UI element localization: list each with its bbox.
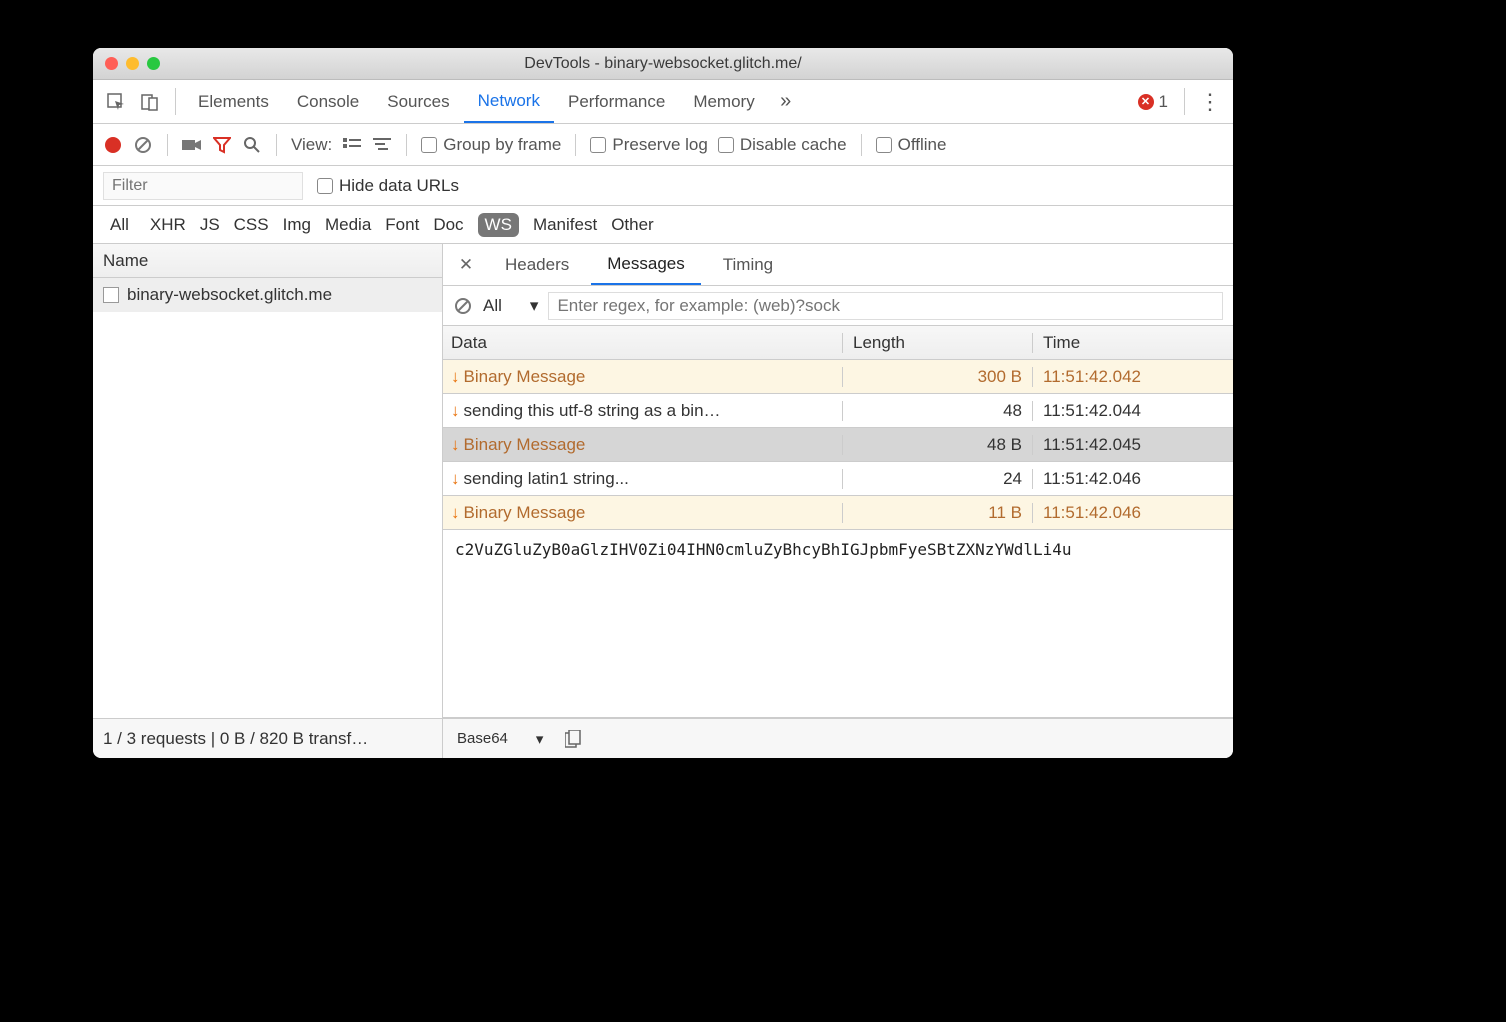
detail-tab-headers[interactable]: Headers <box>489 244 585 285</box>
view-label: View: <box>291 135 332 155</box>
messages-table: Data Length Time ↓Binary Message 300 B 1… <box>443 326 1233 530</box>
tab-network[interactable]: Network <box>464 80 554 123</box>
error-count: 1 <box>1159 92 1168 112</box>
main-tabstrip: Elements Console Sources Network Perform… <box>93 80 1233 124</box>
arrow-down-icon: ↓ <box>451 367 460 386</box>
message-row[interactable]: ↓Binary Message 48 B 11:51:42.045 <box>443 428 1233 462</box>
detail-pane: ✕ Headers Messages Timing All ▾ Data Len… <box>443 244 1233 718</box>
tab-sources[interactable]: Sources <box>373 80 463 123</box>
filter-input[interactable] <box>103 172 303 200</box>
kebab-menu-icon[interactable]: ⋮ <box>1193 80 1227 123</box>
inspect-element-icon[interactable] <box>99 80 133 123</box>
filter-font[interactable]: Font <box>385 215 419 235</box>
requests-summary: 1 / 3 requests | 0 B / 820 B transf… <box>93 719 443 758</box>
encoding-select[interactable]: Base64 ▾ <box>457 730 543 748</box>
device-toolbar-icon[interactable] <box>133 80 167 123</box>
error-icon: ✕ <box>1138 94 1154 110</box>
detail-tabs: ✕ Headers Messages Timing <box>443 244 1233 286</box>
detail-tab-timing[interactable]: Timing <box>707 244 789 285</box>
close-detail-icon[interactable]: ✕ <box>449 244 483 285</box>
message-row[interactable]: ↓sending this utf-8 string as a bin… 48 … <box>443 394 1233 428</box>
camera-icon[interactable] <box>182 135 202 155</box>
col-time[interactable]: Time <box>1033 333 1233 353</box>
filter-media[interactable]: Media <box>325 215 371 235</box>
more-tabs-icon[interactable]: » <box>769 80 803 123</box>
request-row[interactable]: binary-websocket.glitch.me <box>93 278 442 312</box>
search-icon[interactable] <box>242 135 262 155</box>
filter-xhr[interactable]: XHR <box>150 215 186 235</box>
status-bar: 1 / 3 requests | 0 B / 820 B transf… Bas… <box>93 718 1233 758</box>
zoom-window-button[interactable] <box>147 57 160 70</box>
filter-css[interactable]: CSS <box>234 215 269 235</box>
filter-all[interactable]: All <box>103 213 136 237</box>
chevron-down-icon: ▾ <box>536 730 544 748</box>
hide-data-urls-checkbox[interactable]: Hide data URLs <box>317 176 459 196</box>
message-row[interactable]: ↓Binary Message 300 B 11:51:42.042 <box>443 360 1233 394</box>
clear-messages-icon[interactable] <box>453 296 473 316</box>
disable-cache-checkbox[interactable]: Disable cache <box>718 135 847 155</box>
error-count-badge[interactable]: ✕ 1 <box>1138 80 1168 123</box>
chevron-down-icon: ▾ <box>530 296 539 316</box>
tab-performance[interactable]: Performance <box>554 80 679 123</box>
network-toolbar: View: Group by frame Preserve log Disabl… <box>93 124 1233 166</box>
message-row[interactable]: ↓Binary Message 11 B 11:51:42.046 <box>443 496 1233 530</box>
messages-header-row: Data Length Time <box>443 326 1233 360</box>
requests-pane: Name binary-websocket.glitch.me <box>93 244 443 718</box>
messages-type-select[interactable]: All ▾ <box>483 296 538 316</box>
tab-memory[interactable]: Memory <box>679 80 768 123</box>
close-window-button[interactable] <box>105 57 118 70</box>
overview-icon[interactable] <box>372 135 392 155</box>
file-icon <box>103 287 119 303</box>
filter-icon[interactable] <box>212 135 232 155</box>
arrow-down-icon: ↓ <box>451 435 460 454</box>
requests-name-header[interactable]: Name <box>93 244 442 278</box>
messages-controls: All ▾ <box>443 286 1233 326</box>
message-payload[interactable]: c2VuZGluZyB0aGlzIHV0Zi04IHN0cmluZyBhcyBh… <box>443 530 1233 718</box>
tab-elements[interactable]: Elements <box>184 80 283 123</box>
detail-tab-messages[interactable]: Messages <box>591 244 700 285</box>
filter-manifest[interactable]: Manifest <box>533 215 597 235</box>
filter-js[interactable]: JS <box>200 215 220 235</box>
messages-regex-input[interactable] <box>548 292 1223 320</box>
preserve-log-checkbox[interactable]: Preserve log <box>590 135 707 155</box>
record-button[interactable] <box>103 135 123 155</box>
offline-checkbox[interactable]: Offline <box>876 135 947 155</box>
filter-row: Hide data URLs <box>93 166 1233 206</box>
window-controls <box>105 57 160 70</box>
network-body: Name binary-websocket.glitch.me ✕ Header… <box>93 244 1233 718</box>
col-length[interactable]: Length <box>843 333 1033 353</box>
large-rows-icon[interactable] <box>342 135 362 155</box>
minimize-window-button[interactable] <box>126 57 139 70</box>
clear-icon[interactable] <box>133 135 153 155</box>
type-filter-row: All XHR JS CSS Img Media Font Doc WS Man… <box>93 206 1233 244</box>
window-title: DevTools - binary-websocket.glitch.me/ <box>93 55 1233 73</box>
arrow-down-icon: ↓ <box>451 503 460 522</box>
request-name: binary-websocket.glitch.me <box>127 285 332 305</box>
arrow-down-icon: ↓ <box>451 469 460 488</box>
message-row[interactable]: ↓sending latin1 string... 24 11:51:42.04… <box>443 462 1233 496</box>
col-data[interactable]: Data <box>443 333 843 353</box>
filter-ws[interactable]: WS <box>478 213 519 237</box>
tab-console[interactable]: Console <box>283 80 373 123</box>
group-by-frame-checkbox[interactable]: Group by frame <box>421 135 561 155</box>
titlebar: DevTools - binary-websocket.glitch.me/ <box>93 48 1233 80</box>
filter-doc[interactable]: Doc <box>433 215 463 235</box>
arrow-down-icon: ↓ <box>451 401 460 420</box>
devtools-window: DevTools - binary-websocket.glitch.me/ E… <box>93 48 1233 758</box>
filter-img[interactable]: Img <box>283 215 311 235</box>
copy-icon[interactable] <box>563 729 583 749</box>
filter-other[interactable]: Other <box>611 215 654 235</box>
